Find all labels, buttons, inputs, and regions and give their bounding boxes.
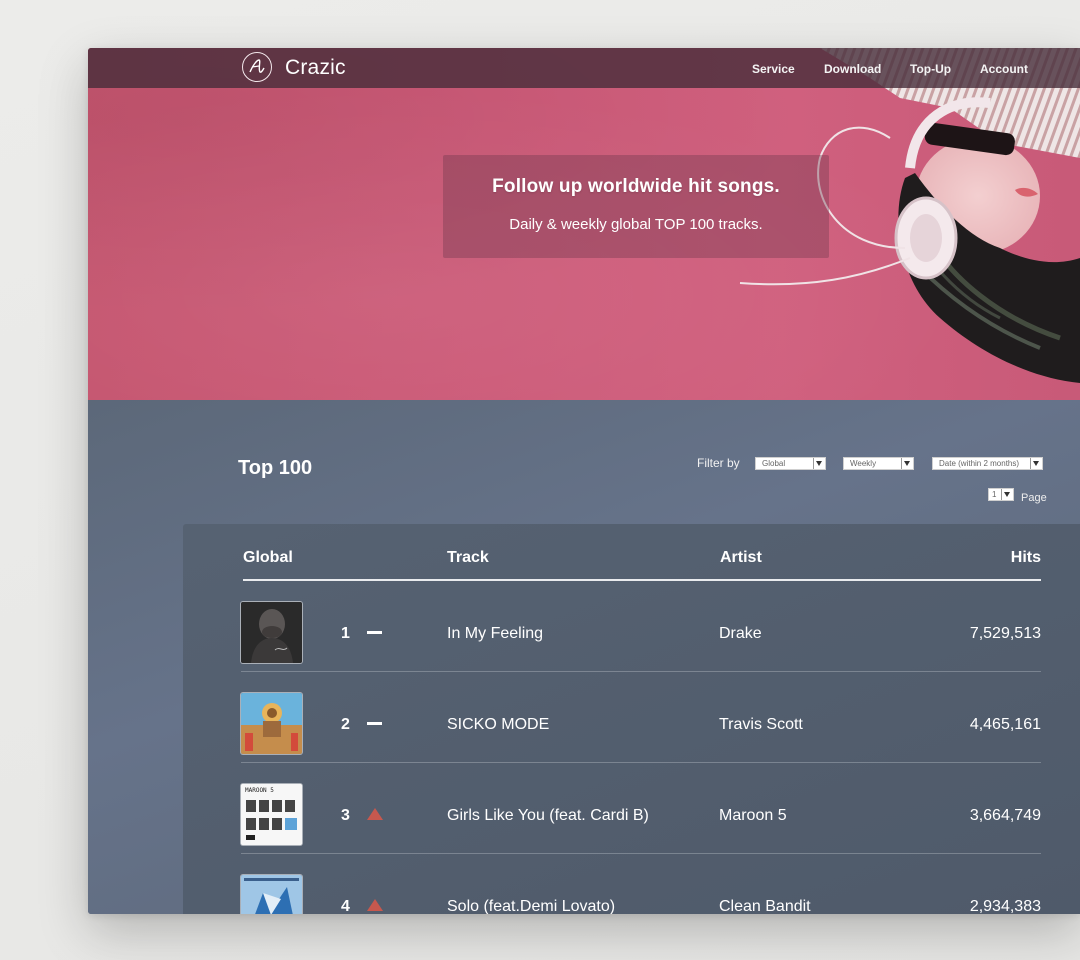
rank-change-indicator bbox=[367, 722, 382, 725]
app-window: Crazic Service Download Top-Up Account F… bbox=[88, 48, 1080, 914]
chevron-down-icon bbox=[1001, 489, 1013, 500]
column-header-hits[interactable]: Hits bbox=[1011, 549, 1041, 567]
track-title[interactable]: In My Feeling bbox=[447, 625, 543, 643]
nav-topup-link[interactable]: Top-Up bbox=[910, 62, 951, 76]
chevron-down-icon bbox=[901, 458, 913, 469]
album-cover[interactable] bbox=[241, 602, 302, 663]
artist-name[interactable]: Travis Scott bbox=[719, 716, 803, 734]
rank-change-indicator bbox=[367, 808, 383, 820]
rank-up-icon bbox=[367, 808, 383, 820]
chevron-down-icon bbox=[813, 458, 825, 469]
column-header-track[interactable]: Track bbox=[447, 549, 489, 567]
rank-number: 2 bbox=[341, 716, 350, 733]
nav-service-link[interactable]: Service bbox=[752, 62, 795, 76]
artist-name[interactable]: Clean Bandit bbox=[719, 898, 811, 914]
table-row[interactable]: 2 SICKO MODE Travis Scott 4,465,161 bbox=[241, 672, 1041, 763]
hits-count: 2,934,383 bbox=[969, 898, 1041, 914]
filter-label: Filter by bbox=[697, 456, 740, 470]
page-select-value: 1 bbox=[992, 490, 997, 499]
column-header-artist[interactable]: Artist bbox=[720, 549, 762, 567]
rank-number: 1 bbox=[341, 625, 350, 642]
date-filter-value: Date (within 2 months) bbox=[939, 459, 1020, 468]
hero-banner: Crazic Service Download Top-Up Account F… bbox=[88, 48, 1080, 400]
hero-title: Follow up worldwide hit songs. bbox=[492, 176, 780, 197]
album-cover[interactable]: MAROON 5 bbox=[241, 784, 302, 845]
track-title[interactable]: Solo (feat.Demi Lovato) bbox=[447, 898, 615, 914]
no-change-icon bbox=[367, 631, 382, 634]
column-header-global[interactable]: Global bbox=[243, 549, 293, 567]
table-row[interactable]: 4 Solo (feat.Demi Lovato) Clean Bandit 2… bbox=[241, 854, 1041, 914]
rank-up-icon bbox=[367, 899, 383, 911]
chart-table: Global Track Artist Hits 1 In My Feeling… bbox=[183, 524, 1080, 914]
album-cover[interactable] bbox=[241, 693, 302, 754]
logo-icon[interactable] bbox=[242, 52, 272, 82]
rank-change-indicator bbox=[367, 899, 383, 911]
region-filter-value: Global bbox=[762, 459, 786, 468]
period-filter-select[interactable]: Weekly bbox=[843, 457, 914, 470]
no-change-icon bbox=[367, 722, 382, 725]
rank-number: 4 bbox=[341, 898, 350, 914]
artist-name[interactable]: Drake bbox=[719, 625, 762, 643]
nav-account-link[interactable]: Account bbox=[980, 62, 1028, 76]
cover-text: MAROON 5 bbox=[245, 787, 274, 794]
region-filter-select[interactable]: Global bbox=[755, 457, 826, 470]
table-header: Global Track Artist Hits bbox=[243, 524, 1041, 581]
hero-subtitle: Daily & weekly global TOP 100 tracks. bbox=[509, 216, 763, 233]
rank-change-indicator bbox=[367, 631, 382, 634]
chevron-down-icon bbox=[1030, 458, 1042, 469]
section-title: Top 100 bbox=[238, 457, 313, 479]
nav-download-link[interactable]: Download bbox=[824, 62, 881, 76]
date-filter-select[interactable]: Date (within 2 months) bbox=[932, 457, 1043, 470]
brand-name[interactable]: Crazic bbox=[285, 56, 346, 80]
page-label: Page bbox=[1021, 492, 1047, 504]
hits-count: 7,529,513 bbox=[969, 625, 1041, 642]
album-cover[interactable] bbox=[241, 875, 302, 914]
period-filter-value: Weekly bbox=[850, 459, 877, 468]
hits-count: 4,465,161 bbox=[969, 716, 1041, 733]
rank-number: 3 bbox=[341, 807, 350, 824]
track-title[interactable]: SICKO MODE bbox=[447, 716, 549, 734]
table-row[interactable]: MAROON 5 3 Girls Like You (feat. Cardi B… bbox=[241, 763, 1041, 854]
chart-section: Top 100 Filter by Global Weekly Date (wi… bbox=[88, 400, 1080, 914]
top-navbar: Crazic Service Download Top-Up Account bbox=[88, 48, 1080, 88]
hits-count: 3,664,749 bbox=[969, 807, 1041, 824]
table-row[interactable]: 1 In My Feeling Drake 7,529,513 bbox=[241, 581, 1041, 672]
track-title[interactable]: Girls Like You (feat. Cardi B) bbox=[447, 807, 649, 825]
artist-name[interactable]: Maroon 5 bbox=[719, 807, 787, 825]
hero-text-box: Follow up worldwide hit songs. Daily & w… bbox=[443, 155, 829, 258]
page-select[interactable]: 1 bbox=[988, 488, 1014, 501]
